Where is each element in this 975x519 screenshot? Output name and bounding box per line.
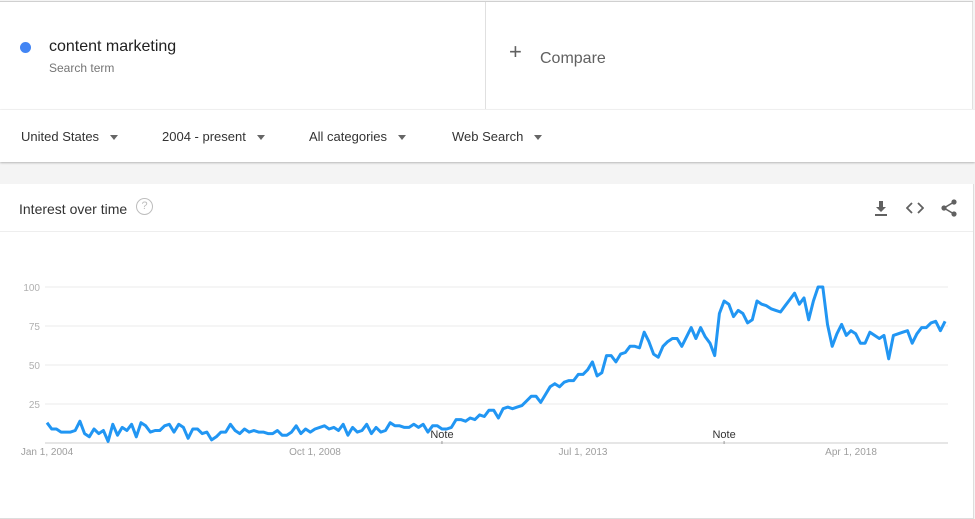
search-term-bar: content marketing Search term + Compare [0,1,973,109]
series-color-dot [20,42,31,53]
interest-over-time-panel: Interest over time ? [0,184,974,519]
chevron-down-icon [256,134,265,140]
download-icon[interactable] [871,198,891,218]
panel-header: Interest over time ? [0,184,973,232]
region-dropdown[interactable]: United States [21,129,119,144]
region-value: United States [21,129,100,144]
search-type-dropdown[interactable]: Web Search [452,129,543,144]
panel-title: Interest over time [19,201,128,217]
search-type-value: Web Search [452,129,524,144]
time-range-value: 2004 - present [162,129,246,144]
category-dropdown[interactable]: All categories [309,129,407,144]
share-icon[interactable] [939,198,959,218]
help-icon[interactable]: ? [136,198,153,215]
search-term-name[interactable]: content marketing [49,38,176,56]
filter-bar: United States 2004 - present All categor… [0,110,975,162]
panel-actions [871,198,959,218]
time-range-dropdown[interactable]: 2004 - present [162,129,265,144]
compare-button[interactable]: + Compare [486,2,973,109]
chevron-down-icon [534,134,543,140]
chevron-down-icon [398,134,407,140]
plus-icon: + [509,39,522,64]
chevron-down-icon [110,134,119,140]
embed-icon[interactable] [905,198,925,218]
category-value: All categories [309,129,388,144]
search-term-card[interactable]: content marketing Search term [0,2,486,109]
compare-label: Compare [540,50,606,67]
search-term-subtitle: Search term [49,61,115,75]
